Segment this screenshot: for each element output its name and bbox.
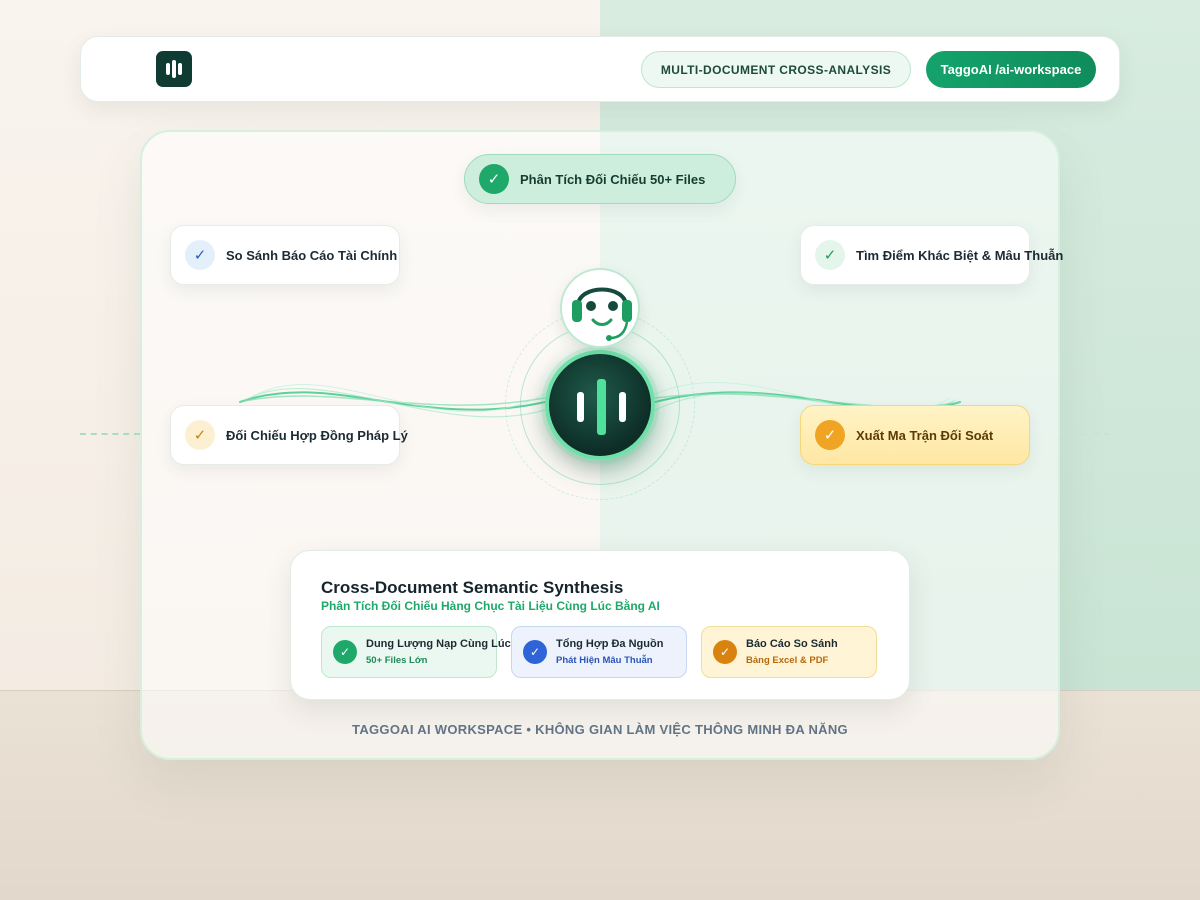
stat-card-capacity[interactable]: ✓ Dung Lượng Nạp Cùng Lúc 50+ Files Lớn xyxy=(321,626,511,678)
stat-detail: Bảng Excel & PDF xyxy=(746,655,829,666)
check-icon: ✓ xyxy=(713,640,737,664)
feature-chip-find-differences[interactable]: ✓ Tìm Điểm Khác Biệt & Mâu Thuẫn xyxy=(800,225,1063,285)
panel-subtitle: Phân Tích Đối Chiếu Hàng Chục Tài Liệu C… xyxy=(321,599,660,613)
feature-label: So Sánh Báo Cáo Tài Chính xyxy=(226,247,398,263)
stat-title: Tổng Hợp Đa Nguồn xyxy=(556,638,664,650)
feature-chip-financial-compare[interactable]: ✓ So Sánh Báo Cáo Tài Chính xyxy=(170,225,400,285)
check-icon: ✓ xyxy=(333,640,357,664)
feature-label: Tìm Điểm Khác Biệt & Mâu Thuẫn xyxy=(856,247,1064,263)
stat-detail: Phát Hiện Mâu Thuẫn xyxy=(556,655,653,666)
check-icon: ✓ xyxy=(185,420,215,450)
feature-chip-cross-analysis[interactable]: ✓ Phân Tích Đối Chiếu 50+ Files xyxy=(464,154,736,204)
headset-bot-graphic xyxy=(572,287,632,341)
check-icon: ✓ xyxy=(479,164,509,194)
check-icon: ✓ xyxy=(815,420,845,450)
stat-detail: 50+ Files Lớn xyxy=(366,655,428,666)
feature-label: Đối Chiếu Hợp Đồng Pháp Lý xyxy=(226,427,408,443)
feature-label: Xuất Ma Trận Đối Soát xyxy=(856,427,994,443)
stat-title: Dung Lượng Nạp Cùng Lúc xyxy=(366,638,511,650)
stat-card-multi-source[interactable]: ✓ Tổng Hợp Đa Nguồn Phát Hiện Mâu Thuẫn xyxy=(511,626,687,678)
check-icon: ✓ xyxy=(815,240,845,270)
check-icon: ✓ xyxy=(523,640,547,664)
check-icon: ✓ xyxy=(185,240,215,270)
panel-title: Cross-Document Semantic Synthesis xyxy=(321,578,624,597)
feature-chip-export-matrix[interactable]: ✓ Xuất Ma Trận Đối Soát xyxy=(800,405,1030,465)
feature-label: Phân Tích Đối Chiếu 50+ Files xyxy=(520,171,706,187)
stat-title: Báo Cáo So Sánh xyxy=(746,638,838,650)
footer-tagline: TAGGOAI AI WORKSPACE • KHÔNG GIAN LÀM VI… xyxy=(352,722,848,737)
stat-card-report[interactable]: ✓ Báo Cáo So Sánh Bảng Excel & PDF xyxy=(701,626,877,678)
voice-bars-icon[interactable] xyxy=(545,350,655,460)
feature-chip-legal-contracts[interactable]: ✓ Đối Chiếu Hợp Đồng Pháp Lý xyxy=(170,405,408,465)
headset-bot-icon[interactable] xyxy=(560,268,640,348)
semantic-synthesis-panel: Cross-Document Semantic Synthesis Phân T… xyxy=(290,550,910,700)
